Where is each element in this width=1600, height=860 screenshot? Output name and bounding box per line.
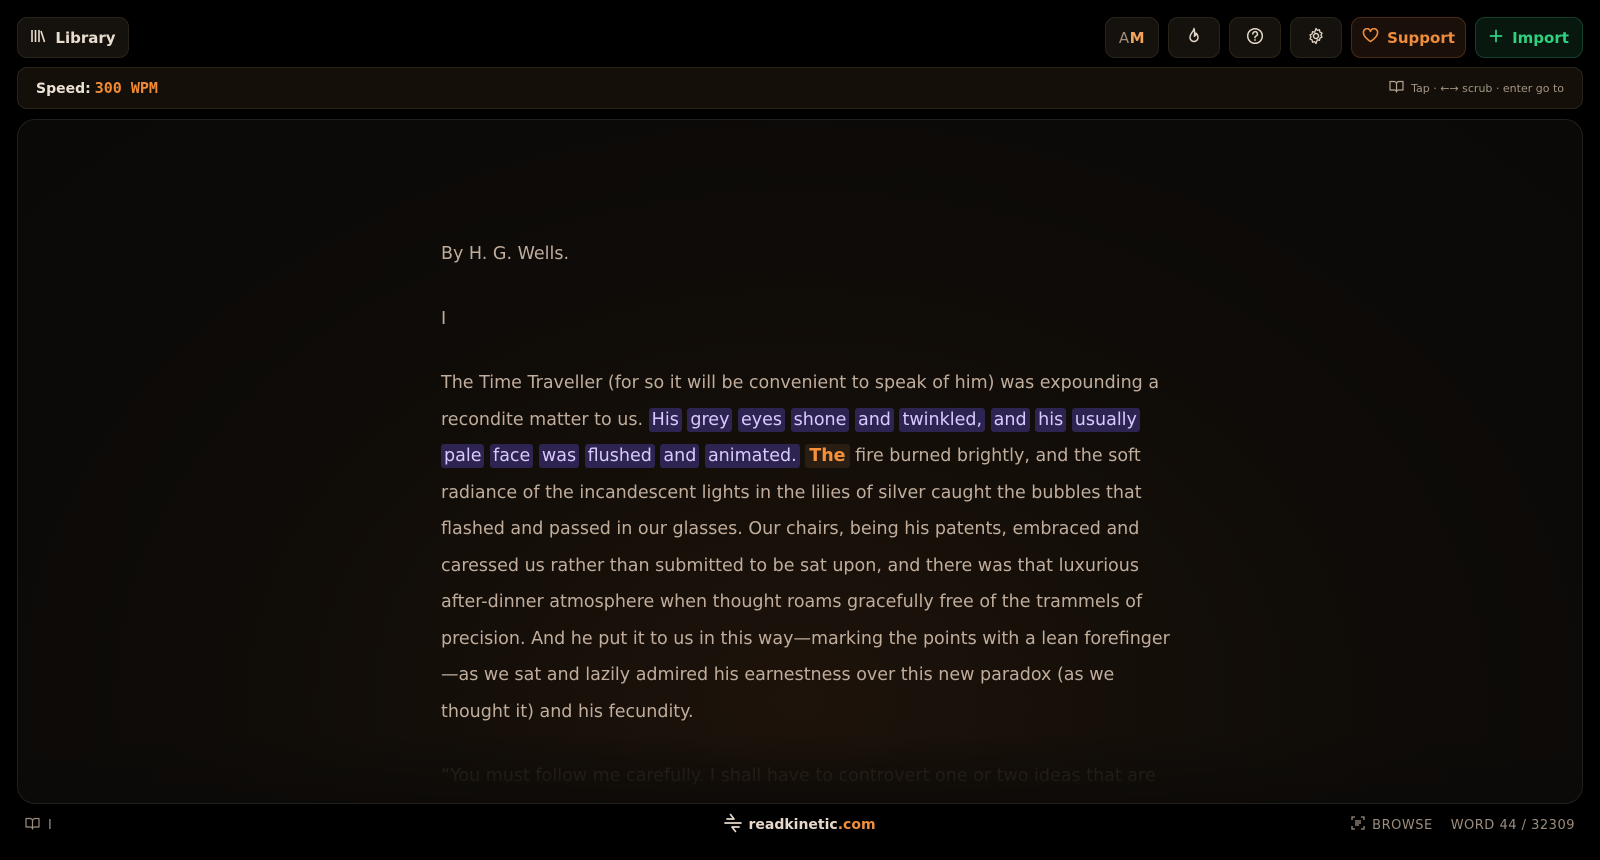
highlighted-word[interactable]: twinkled,	[899, 407, 986, 432]
speed-bar: Speed: 300 WPM Tap · ←→ scrub · enter go…	[17, 67, 1583, 109]
book-icon	[25, 817, 40, 834]
highlighted-word[interactable]: shone	[790, 407, 850, 432]
help-icon	[1246, 27, 1264, 49]
highlighted-word[interactable]: and	[660, 444, 700, 468]
paragraph-2-partial: “You must follow me carefully. I shall h…	[441, 766, 1156, 786]
browse-button[interactable]: BROWSE	[1351, 816, 1433, 834]
plus-icon	[1489, 29, 1503, 47]
highlighted-word[interactable]: was	[538, 444, 580, 468]
chapter-indicator[interactable]: I	[25, 817, 325, 834]
streak-button[interactable]	[1168, 17, 1220, 58]
bolt-icon	[724, 813, 743, 837]
import-label: Import	[1512, 28, 1569, 47]
highlighted-word[interactable]: grey	[687, 407, 733, 432]
heart-icon	[1362, 27, 1379, 47]
highlighted-word[interactable]: face	[490, 444, 534, 468]
highlighted-word[interactable]: eyes	[738, 407, 786, 432]
speed-value: 300 WPM	[94, 79, 158, 97]
highlighted-word[interactable]: his	[1035, 407, 1067, 432]
settings-button[interactable]	[1290, 17, 1342, 58]
toolbar-actions: A M Support Import	[1105, 17, 1583, 58]
chapter-heading: I	[441, 308, 447, 329]
flame-icon	[1186, 27, 1202, 48]
speed-label: Speed:	[36, 81, 91, 97]
library-button[interactable]: Library	[17, 17, 129, 58]
reader-panel[interactable]: By H. G. Wells. I The Time Traveller (fo…	[17, 119, 1583, 804]
highlighted-word[interactable]: and	[990, 407, 1030, 432]
highlighted-word[interactable]: pale	[441, 444, 485, 468]
highlighted-word[interactable]: animated.	[704, 444, 800, 468]
highlighted-word[interactable]: usually	[1071, 407, 1140, 432]
paragraph-1: The Time Traveller (for so it will be co…	[441, 365, 1181, 730]
speed-control[interactable]: Speed: 300 WPM	[36, 79, 158, 97]
import-button[interactable]: Import	[1475, 17, 1583, 58]
footer: I readkinetic.com BROWSE WORD 44 / 32309	[0, 810, 1600, 840]
chapter-indicator-label: I	[48, 817, 52, 833]
library-icon	[30, 29, 46, 47]
highlighted-word[interactable]: and	[854, 407, 894, 432]
brand-tld: .com	[837, 817, 876, 833]
hint-text: Tap · ←→ scrub · enter go to	[1411, 81, 1564, 95]
support-label: Support	[1387, 28, 1455, 47]
scan-icon	[1351, 816, 1365, 834]
controls-hint: Tap · ←→ scrub · enter go to	[1389, 80, 1564, 96]
word-counter: WORD 44 / 32309	[1450, 817, 1575, 833]
font-toggle-button[interactable]: A M	[1105, 17, 1159, 58]
library-label: Library	[55, 28, 116, 47]
support-button[interactable]: Support	[1351, 17, 1466, 58]
footer-right: BROWSE WORD 44 / 32309	[1275, 816, 1575, 834]
font-toggle-m: M	[1129, 28, 1146, 47]
book-open-icon	[1389, 80, 1404, 96]
brand-logo[interactable]: readkinetic.com	[724, 813, 876, 837]
byline: By H. G. Wells.	[441, 244, 570, 264]
browse-label: BROWSE	[1372, 817, 1433, 833]
reading-text: By H. G. Wells. I The Time Traveller (fo…	[441, 236, 1181, 803]
highlighted-word[interactable]: His	[648, 407, 682, 432]
help-button[interactable]	[1229, 17, 1281, 58]
paragraph-1-rest: fire burned brightly, and the soft radia…	[441, 446, 1170, 722]
font-toggle-a: A	[1118, 28, 1130, 47]
brand-name: readkinetic	[748, 817, 838, 833]
top-bar: Library A M Support Import	[17, 17, 1583, 58]
gear-icon	[1307, 27, 1325, 49]
current-word[interactable]: The	[805, 444, 850, 468]
highlighted-word[interactable]: flushed	[584, 444, 655, 468]
